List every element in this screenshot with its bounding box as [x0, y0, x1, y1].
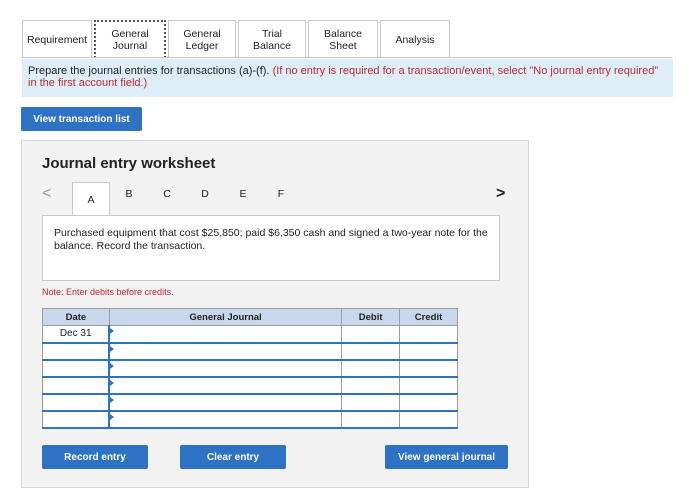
tab-general-ledger[interactable]: General Ledger — [168, 20, 236, 58]
instruction-banner: Prepare the journal entries for transact… — [22, 59, 673, 97]
date-cell[interactable] — [42, 376, 110, 395]
instruction-text: Prepare the journal entries for transact… — [28, 65, 270, 77]
record-entry-button[interactable]: Record entry — [42, 445, 148, 469]
debit-field[interactable] — [341, 410, 401, 429]
account-field[interactable] — [108, 325, 343, 344]
tab-bar: Requirement General Journal General Ledg… — [22, 20, 452, 58]
date-cell[interactable] — [42, 393, 110, 412]
table-row — [42, 410, 458, 429]
account-field[interactable] — [108, 393, 343, 412]
table-row — [42, 359, 458, 378]
date-cell[interactable] — [42, 342, 110, 361]
credit-field[interactable] — [399, 376, 458, 395]
journal-entry-worksheet: Journal entry worksheet < A B C D E F > … — [21, 140, 529, 488]
debit-header: Debit — [341, 308, 401, 326]
view-general-journal-button[interactable]: View general journal — [385, 445, 508, 469]
account-field[interactable] — [108, 376, 343, 395]
tab-balance-sheet[interactable]: Balance Sheet — [308, 20, 378, 58]
tab-trial-balance[interactable]: Trial Balance — [238, 20, 306, 58]
credit-field[interactable] — [399, 325, 458, 344]
table-row — [42, 393, 458, 412]
transaction-tab-f[interactable]: F — [262, 182, 300, 206]
credit-header: Credit — [399, 308, 458, 326]
date-cell[interactable]: Dec 31 — [42, 325, 110, 344]
credit-field[interactable] — [399, 359, 458, 378]
transaction-tab-e[interactable]: E — [224, 182, 262, 206]
date-cell[interactable] — [42, 410, 110, 429]
journal-table: Date General Journal Debit Credit Dec 31 — [42, 308, 458, 429]
clear-entry-button[interactable]: Clear entry — [180, 445, 286, 469]
chevron-left-icon[interactable]: < — [42, 185, 51, 203]
transaction-tab-c[interactable]: C — [148, 182, 186, 206]
transaction-tab-d[interactable]: D — [186, 182, 224, 206]
table-row — [42, 342, 458, 361]
credit-field[interactable] — [399, 410, 458, 429]
debit-field[interactable] — [341, 359, 401, 378]
table-row — [42, 376, 458, 395]
transaction-tabs: A B C D E F — [72, 182, 300, 216]
view-transaction-list-button[interactable]: View transaction list — [21, 107, 142, 131]
general-journal-header: General Journal — [108, 308, 343, 326]
debit-field[interactable] — [341, 376, 401, 395]
debit-field[interactable] — [341, 342, 401, 361]
account-field[interactable] — [108, 342, 343, 361]
credit-field[interactable] — [399, 342, 458, 361]
transaction-tab-b[interactable]: B — [110, 182, 148, 206]
transaction-description: Purchased equipment that cost $25,850; p… — [42, 215, 500, 281]
credit-field[interactable] — [399, 393, 458, 412]
table-row: Dec 31 — [42, 325, 458, 344]
debit-field[interactable] — [341, 325, 401, 344]
tab-general-journal[interactable]: General Journal — [94, 20, 166, 58]
worksheet-title: Journal entry worksheet — [42, 155, 216, 172]
tab-requirement[interactable]: Requirement — [22, 20, 92, 58]
tab-divider — [22, 57, 672, 58]
transaction-tab-a[interactable]: A — [72, 182, 110, 216]
debit-credit-note: Note: Enter debits before credits. — [42, 287, 174, 297]
date-header: Date — [42, 308, 110, 326]
tab-analysis[interactable]: Analysis — [380, 20, 450, 58]
account-field[interactable] — [108, 359, 343, 378]
date-cell[interactable] — [42, 359, 110, 378]
debit-field[interactable] — [341, 393, 401, 412]
chevron-right-icon[interactable]: > — [496, 185, 505, 203]
account-field[interactable] — [108, 410, 343, 429]
